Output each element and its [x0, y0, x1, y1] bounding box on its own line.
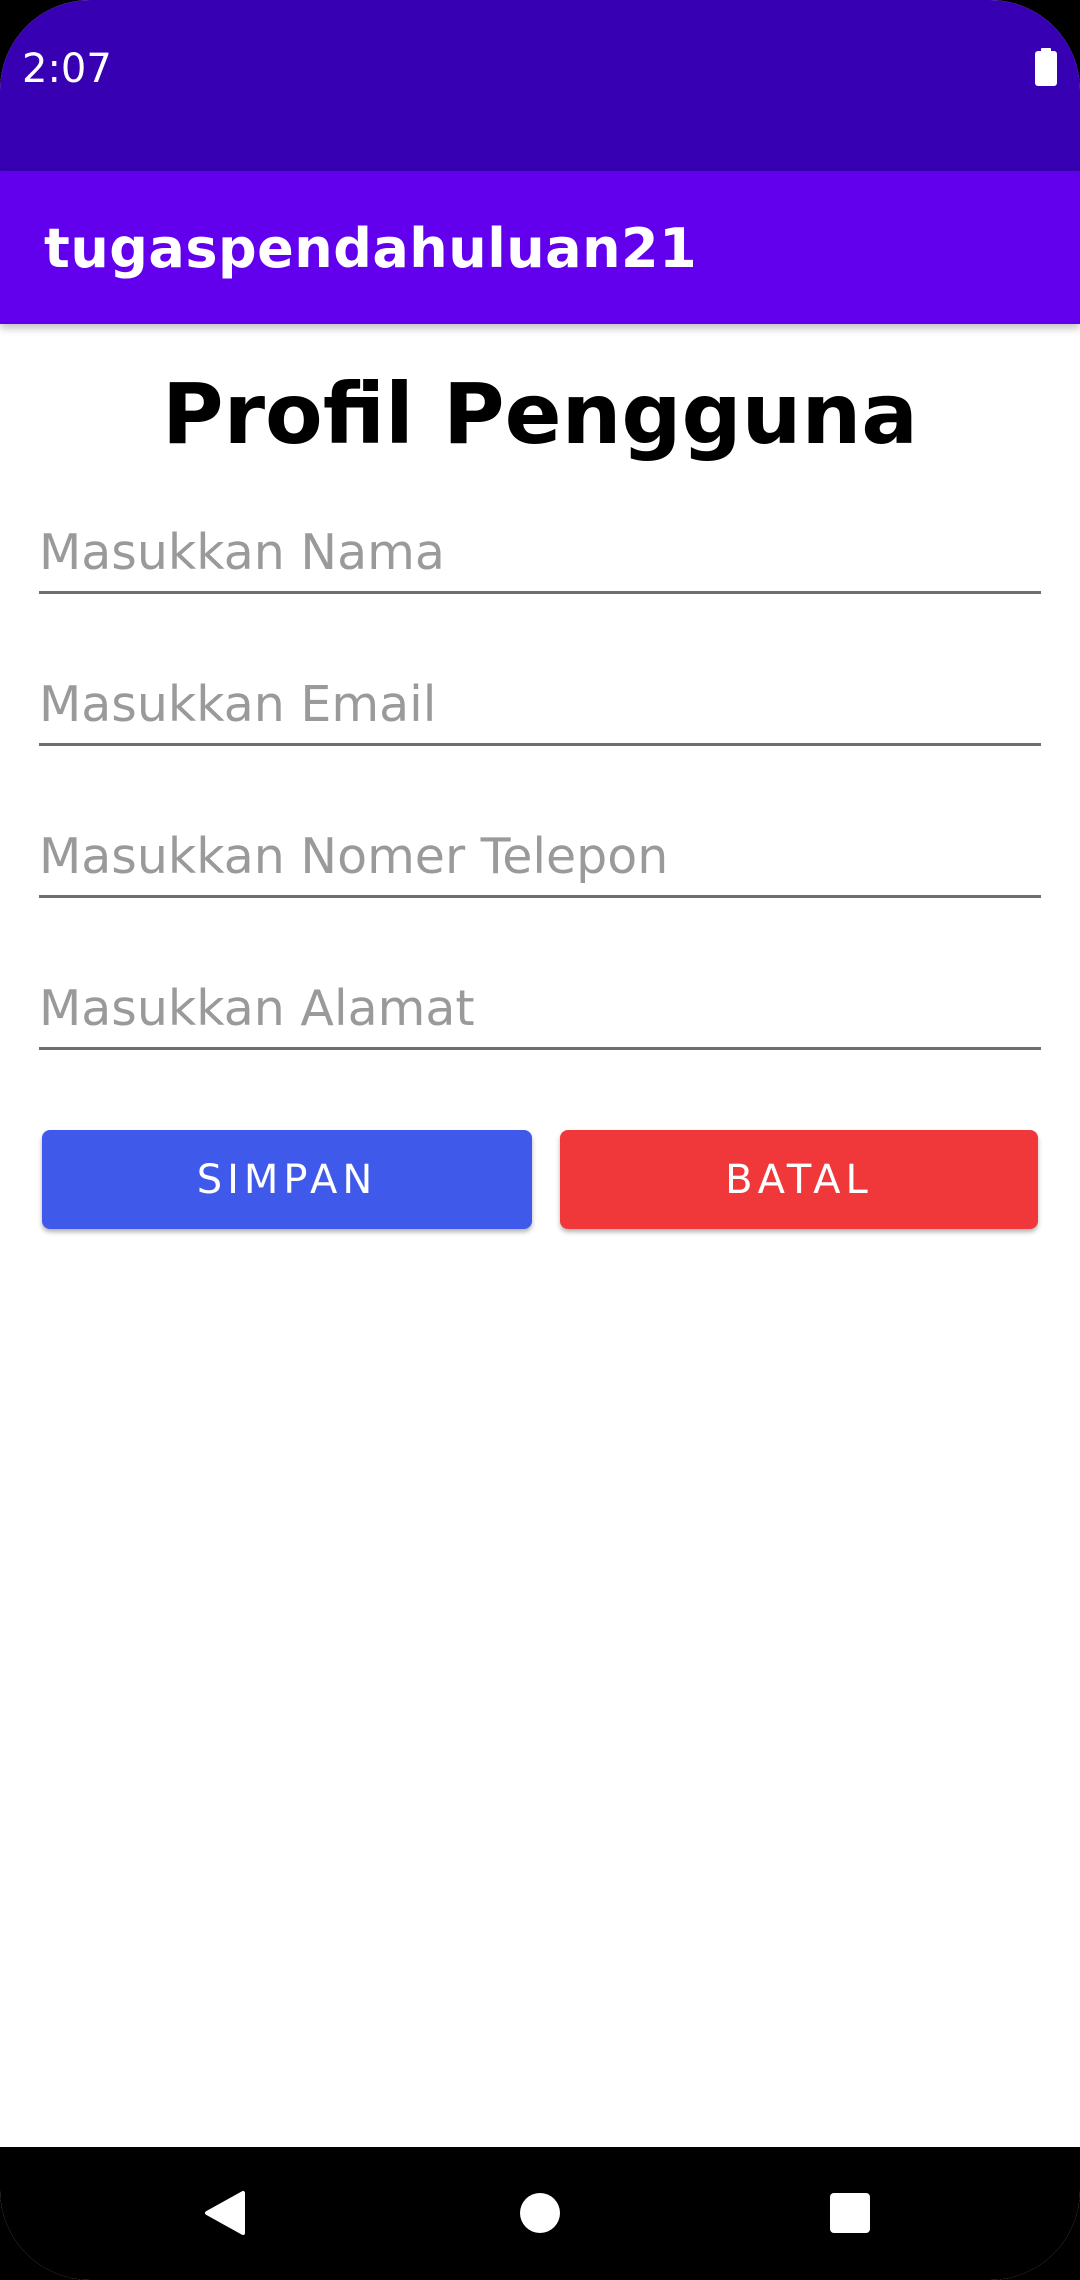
home-button[interactable]	[504, 2177, 576, 2249]
home-icon	[520, 2193, 560, 2233]
recent-apps-icon	[830, 2193, 870, 2233]
battery-icon	[1035, 48, 1057, 86]
back-button[interactable]	[190, 2177, 262, 2249]
phone-input[interactable]	[39, 818, 1041, 898]
name-input[interactable]	[39, 514, 1041, 594]
status-bar: 2:07	[0, 0, 1080, 171]
address-input[interactable]	[39, 970, 1041, 1050]
page-title: Profil Pengguna	[162, 365, 918, 463]
app-title: tugaspendahuluan21	[44, 217, 698, 280]
navigation-bar	[0, 2147, 1080, 2280]
app-bar: tugaspendahuluan21	[0, 171, 1080, 324]
address-field-container	[39, 970, 1041, 1050]
recent-apps-button[interactable]	[814, 2177, 886, 2249]
email-input[interactable]	[39, 666, 1041, 746]
save-button[interactable]: SIMPAN	[42, 1130, 532, 1229]
phone-field-container	[39, 818, 1041, 898]
cancel-button[interactable]: BATAL	[560, 1130, 1038, 1229]
status-time: 2:07	[22, 46, 112, 92]
app-screen: 2:07 tugaspendahuluan21 Profil Pengguna …	[0, 0, 1080, 2280]
name-field-container	[39, 514, 1041, 594]
email-field-container	[39, 666, 1041, 746]
back-icon	[205, 2191, 245, 2235]
